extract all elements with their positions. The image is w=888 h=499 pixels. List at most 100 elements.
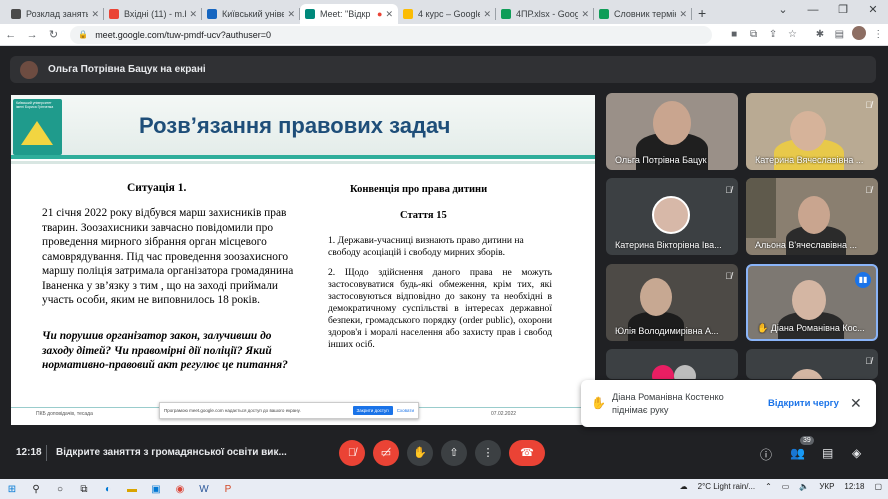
weather-text[interactable]: 2°C Light rain/...	[698, 482, 755, 491]
activities-icon[interactable]: ◈	[852, 446, 861, 460]
participant-name: Ольга Потрівна Бацук	[615, 155, 707, 165]
situation-heading: Ситуація 1.	[127, 182, 187, 194]
mic-muted-icon: 🎙̸	[865, 356, 872, 366]
store-icon[interactable]: ▣	[144, 484, 168, 495]
close-icon[interactable]: ✕	[189, 9, 197, 20]
people-icon[interactable]: 👥	[790, 446, 805, 460]
present-button[interactable]: ⇧	[441, 440, 467, 466]
share-notice-text: Програмою meet.google.com надається дост…	[164, 408, 301, 413]
slide-title: Розв’язання правових задач	[139, 113, 451, 138]
mic-off-button[interactable]: 🎙̸	[339, 440, 365, 466]
tab-label: Розклад занять	[26, 9, 89, 19]
open-queue-button[interactable]: Відкрити чергу	[768, 398, 839, 409]
bookshelf	[746, 178, 776, 238]
browser-tab[interactable]: Словник термін ✕	[594, 4, 692, 24]
reload-icon[interactable]: ↻	[43, 28, 64, 41]
article-paragraph-1: 1. Держави-учасниці визнають право дитин…	[328, 235, 524, 258]
stop-sharing-button[interactable]: Закрити доступ	[352, 406, 393, 415]
hide-notice-button[interactable]: Сховати	[397, 408, 414, 413]
speaking-indicator-icon: ▮▮	[855, 272, 871, 288]
close-window-icon[interactable]: ✕	[858, 0, 888, 22]
raise-hand-button[interactable]: ✋	[407, 440, 433, 466]
participant-name: Катерина Вячеславівна ...	[755, 155, 864, 165]
lock-icon[interactable]: 🔒	[78, 30, 88, 39]
windows-taskbar: ⊞ ⚲ ○ ⧉ ◐ ▬ ▣ ◉ W P ☁ 2°C Light rain/...…	[0, 479, 888, 499]
participant-name: Юлія Володимирівна А...	[615, 326, 719, 336]
file-explorer-icon[interactable]: ▬	[120, 484, 144, 495]
network-icon[interactable]: ▭	[782, 482, 790, 491]
windows-start-icon[interactable]: ⊞	[0, 484, 24, 495]
browser-tab[interactable]: Вхідні (11) - m.bu✕	[104, 4, 202, 24]
person-head	[790, 111, 826, 151]
profile-avatar[interactable]	[849, 26, 868, 43]
info-icon[interactable]: ⓘ	[760, 446, 772, 463]
close-icon[interactable]: ✕	[850, 395, 862, 412]
mic-muted-icon: 🎙̸	[865, 185, 872, 195]
tab-list-icon[interactable]: ▤	[830, 29, 849, 40]
volume-icon[interactable]: 🔈	[799, 482, 809, 491]
presenter-bar: Ольга Потрівна Бацук на екрані	[10, 56, 876, 83]
powerpoint-icon[interactable]: P	[216, 484, 240, 495]
close-icon[interactable]: ✕	[679, 9, 687, 20]
leave-call-button[interactable]: ☎	[509, 440, 545, 466]
more-menu-icon[interactable]: ⋮	[869, 29, 888, 40]
cortana-icon[interactable]: ○	[48, 484, 72, 495]
participant-tile[interactable]: 🎙̸ Катерина Вячеславівна ...	[746, 93, 878, 170]
participant-tile[interactable]: 🎙̸ Альона В'ячеславівна ...	[746, 178, 878, 255]
sheets-icon	[501, 9, 511, 19]
participant-tile[interactable]: Ольга Потрівна Бацук	[606, 93, 738, 170]
shared-slide: Київський університет імені Бориса Грінч…	[11, 95, 595, 425]
translate-icon[interactable]: ⧉	[744, 29, 763, 40]
tab-favicon-icon	[207, 9, 217, 19]
language-indicator[interactable]: УКР	[819, 482, 834, 491]
search-icon[interactable]: ⚲	[24, 484, 48, 495]
tab-search-icon[interactable]: ⌄	[768, 0, 798, 22]
extensions-icon[interactable]: ✱	[810, 29, 829, 40]
participant-tile[interactable]: 🎙̸	[746, 349, 878, 379]
chat-icon[interactable]: ▤	[822, 446, 833, 460]
back-icon[interactable]: ←	[0, 29, 21, 41]
task-view-icon[interactable]: ⧉	[72, 484, 96, 495]
participant-name: Діана Романівна Кос...	[770, 323, 865, 333]
camera-icon[interactable]: ■	[724, 29, 743, 40]
close-icon[interactable]: ✕	[581, 9, 589, 20]
person-head	[640, 278, 672, 316]
screen-share-notice: Програмою meet.google.com надається дост…	[159, 402, 419, 419]
mic-muted-icon: 🎙̸	[725, 185, 732, 195]
edge-icon[interactable]: ◐	[96, 484, 120, 495]
new-tab-button[interactable]: +	[698, 5, 706, 21]
tab-label: Meet: "Відкр	[320, 9, 371, 19]
close-icon[interactable]: ✕	[287, 9, 295, 20]
close-icon[interactable]: ✕	[91, 9, 99, 20]
notifications-icon[interactable]: ▢	[874, 482, 882, 491]
weather-icon[interactable]: ☁	[680, 482, 688, 491]
minimize-icon[interactable]: —	[798, 0, 828, 22]
participant-tile[interactable]: 🎙̸ Юлія Володимирівна А...	[606, 264, 738, 341]
tab-label: Київський універ	[222, 9, 285, 19]
browser-tab-active[interactable]: Meet: "Відкр ● ✕	[300, 4, 398, 24]
close-icon[interactable]: ✕	[483, 9, 491, 20]
word-icon[interactable]: W	[192, 484, 216, 495]
meeting-time: 12:18	[16, 447, 42, 458]
browser-tab[interactable]: 4ПР.xlsx - Google✕	[496, 4, 594, 24]
share-icon[interactable]: ⇪	[763, 29, 782, 40]
article-heading: Стаття 15	[400, 210, 447, 221]
url-field[interactable]: 🔒 meet.google.com/tuw-pmdf-ucv?authuser=…	[70, 25, 713, 44]
meeting-title: Відкрите заняття з громадянської освіти …	[56, 447, 287, 458]
university-logo: Київський університет імені Бориса Грінч…	[13, 99, 62, 155]
chrome-icon[interactable]: ◉	[168, 484, 192, 495]
forward-icon[interactable]: →	[21, 29, 42, 41]
tray-arrow-icon[interactable]: ⌃	[765, 482, 772, 491]
bookmark-star-icon[interactable]: ☆	[783, 29, 802, 40]
camera-off-button[interactable]: ▭̸	[373, 440, 399, 466]
maximize-icon[interactable]: ❐	[828, 0, 858, 22]
more-options-button[interactable]: ⋮	[475, 440, 501, 466]
browser-tab[interactable]: Розклад занять ✕	[6, 4, 104, 24]
participant-tile[interactable]: 🎙̸ Катерина Вікторівна Іва...	[606, 178, 738, 255]
participant-tile-speaking[interactable]: ▮▮ ✋ Діана Романівна Кос...	[746, 264, 878, 341]
browser-tab[interactable]: 4 курс – Google ✕	[398, 4, 496, 24]
participant-tile[interactable]	[606, 349, 738, 379]
close-icon[interactable]: ✕	[385, 9, 393, 20]
taskbar-clock[interactable]: 12:18	[844, 482, 864, 491]
browser-tab[interactable]: Київський універ ✕	[202, 4, 300, 24]
